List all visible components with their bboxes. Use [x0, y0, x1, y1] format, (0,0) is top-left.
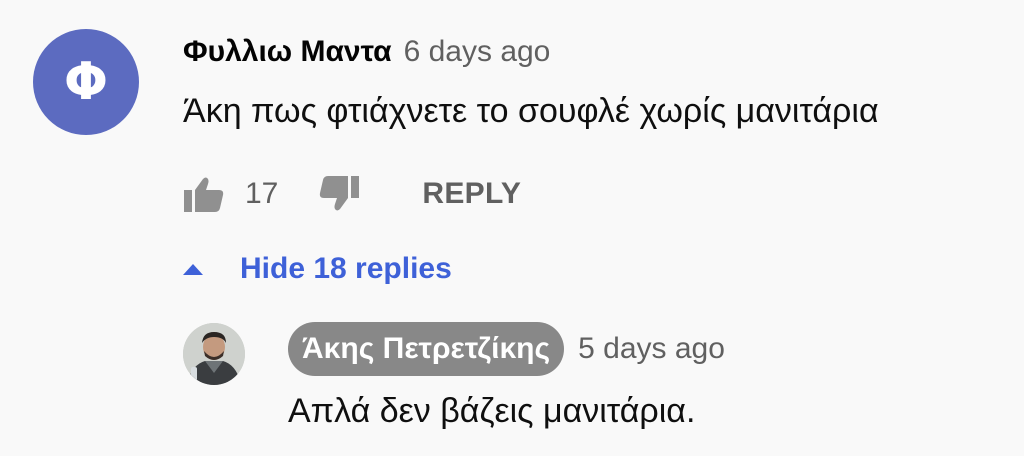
comment-header: Φυλλιω Μαντα 6 days ago — [183, 30, 550, 74]
dislike-button[interactable] — [318, 173, 360, 215]
thumbs-up-icon — [184, 177, 224, 212]
reply-header: Άκης Πετρετζίκης 5 days ago — [288, 322, 725, 376]
reply-text: Απλά δεν βάζεις μανιτάρια. — [288, 392, 696, 430]
reply-button[interactable]: REPLY — [422, 177, 521, 211]
comment-time[interactable]: 6 days ago — [404, 35, 551, 69]
avatar-letter: Φ — [63, 52, 109, 112]
caret-up-icon — [178, 254, 208, 284]
commenter-avatar[interactable]: Φ — [33, 29, 139, 135]
reply-author-badge[interactable]: Άκης Πετρετζίκης — [288, 322, 565, 376]
like-count: 17 — [245, 177, 279, 210]
reply-time[interactable]: 5 days ago — [578, 332, 725, 366]
thumbs-down-icon — [320, 176, 360, 211]
profile-photo — [183, 323, 245, 385]
comment-text: Άκη πως φτιάχνετε το σουφλέ χωρίς μανιτά… — [183, 92, 879, 130]
hide-replies-label: Hide 18 replies — [240, 252, 452, 285]
comment-author[interactable]: Φυλλιω Μαντα — [183, 35, 392, 69]
hide-replies-toggle[interactable]: Hide 18 replies — [178, 246, 452, 292]
reply-author-avatar[interactable] — [183, 323, 245, 385]
like-button[interactable] — [183, 173, 225, 215]
comment-action-bar: 17 REPLY — [183, 168, 521, 220]
